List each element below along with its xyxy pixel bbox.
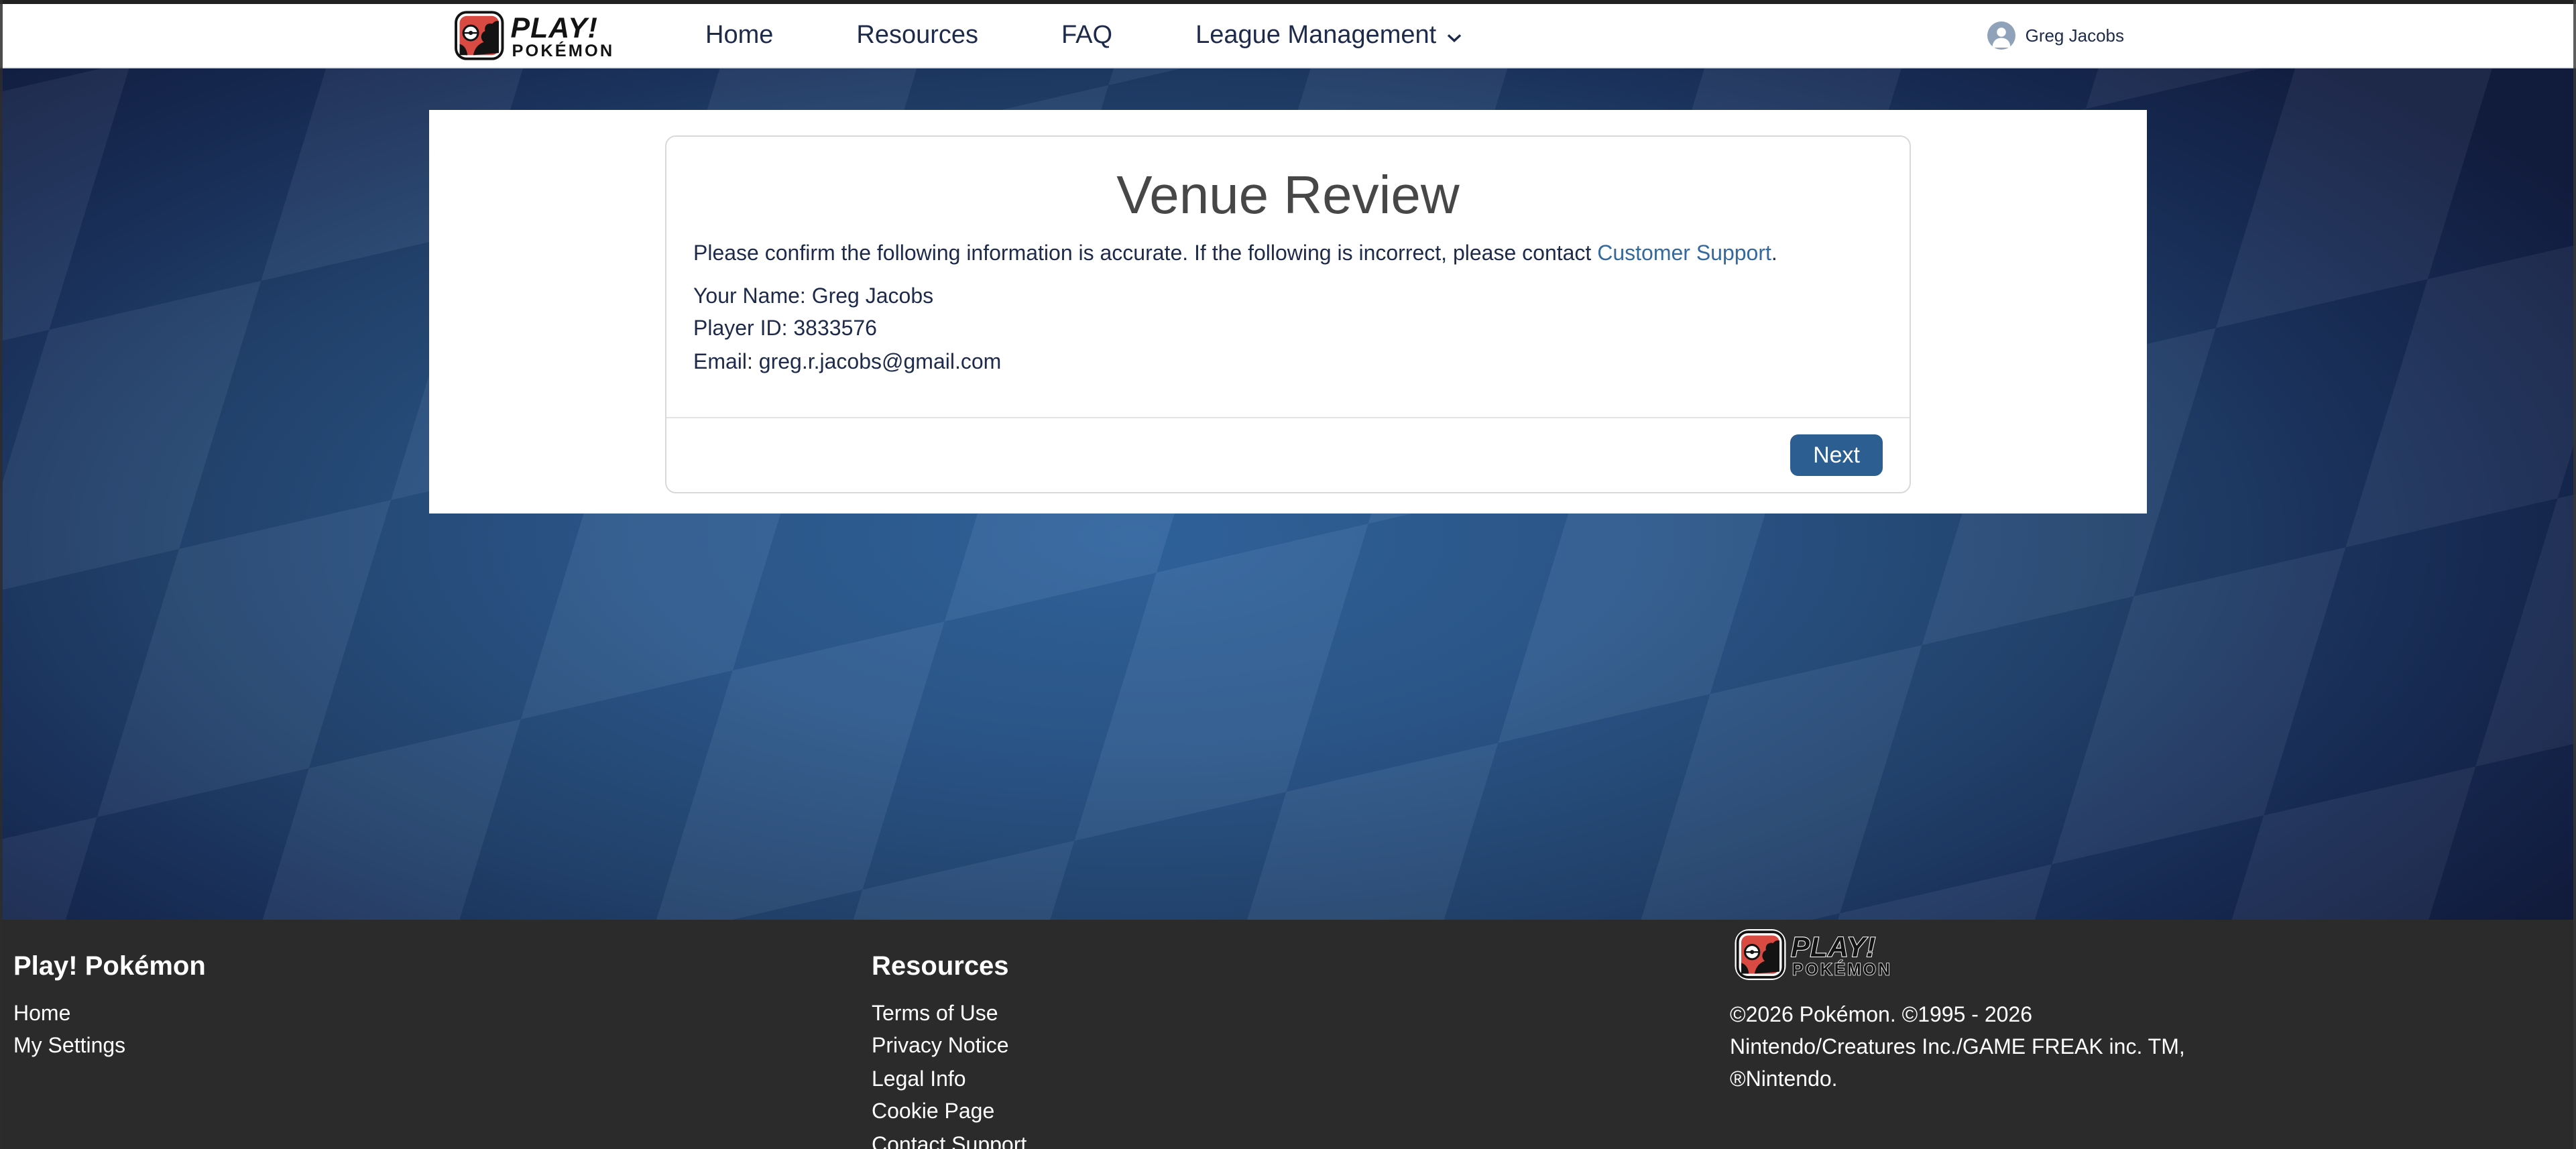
- footer-column-legal: PLAY! POKÉMON ©2026 Pokémon. ©1995 - 202…: [1730, 929, 2202, 1097]
- venue-review-card-body: Venue Review Please confirm the followin…: [666, 137, 1910, 418]
- chevron-down-icon: [1447, 33, 1462, 42]
- nav-item-resources[interactable]: Resources: [856, 21, 978, 50]
- venue-review-card: Venue Review Please confirm the followin…: [665, 135, 1911, 494]
- footer-play-pokemon-logo-icon: PLAY! POKÉMON: [1730, 929, 1931, 980]
- next-button[interactable]: Next: [1790, 435, 1883, 477]
- nav-container: PLAY! POKÉMON Home Resources FAQ League …: [429, 4, 2147, 67]
- footer-heading-play-pokemon: Play! Pokémon: [13, 952, 206, 983]
- user-avatar-icon: [1988, 21, 2016, 50]
- brand-pokemon-text: POKÉMON: [512, 41, 615, 60]
- nav-item-league-management[interactable]: League Management: [1195, 21, 1462, 50]
- nav-item-faq[interactable]: FAQ: [1061, 21, 1112, 50]
- confirmation-text-after: .: [1771, 243, 1777, 265]
- nav-item-faq-label: FAQ: [1061, 21, 1112, 50]
- footer-link-my-settings[interactable]: My Settings: [13, 1032, 206, 1065]
- customer-support-link[interactable]: Customer Support: [1597, 243, 1771, 265]
- nav-item-home[interactable]: Home: [705, 21, 773, 50]
- nav-links: Home Resources FAQ League Management: [705, 21, 1462, 50]
- player-name-line: Your Name: Greg Jacobs: [693, 282, 1883, 314]
- footer-column-resources: Resources Terms of Use Privacy Notice Le…: [872, 952, 1027, 1149]
- main-area: Venue Review Please confirm the followin…: [0, 68, 2576, 920]
- brand-logo[interactable]: PLAY! POKÉMON: [452, 9, 650, 62]
- play-pokemon-logo-icon: PLAY! POKÉMON: [452, 9, 650, 62]
- page: PLAY! POKÉMON Home Resources FAQ League …: [0, 0, 2576, 1149]
- user-name: Greg Jacobs: [2026, 25, 2124, 46]
- player-email-line: Email: greg.r.jacobs@gmail.com: [693, 347, 1883, 380]
- player-id-line: Player ID: 3833576: [693, 314, 1883, 347]
- player-info: Your Name: Greg Jacobs Player ID: 383357…: [693, 282, 1883, 380]
- user-menu[interactable]: Greg Jacobs: [1988, 21, 2124, 50]
- page-title: Venue Review: [693, 164, 1883, 228]
- navbar: PLAY! POKÉMON Home Resources FAQ League …: [0, 4, 2576, 68]
- footer-heading-resources: Resources: [872, 952, 1027, 983]
- nav-item-resources-label: Resources: [856, 21, 978, 50]
- footer-link-legal-info[interactable]: Legal Info: [872, 1065, 1027, 1097]
- footer-link-cookie-page[interactable]: Cookie Page: [872, 1097, 1027, 1130]
- footer-brand-play-text: PLAY!: [1791, 931, 1876, 963]
- footer-link-contact-support[interactable]: Contact Support: [872, 1130, 1027, 1149]
- footer-link-privacy-notice[interactable]: Privacy Notice: [872, 1032, 1027, 1065]
- nav-item-league-management-label: League Management: [1195, 21, 1436, 50]
- content-panel: Venue Review Please confirm the followin…: [429, 110, 2147, 513]
- footer-link-terms-of-use[interactable]: Terms of Use: [872, 999, 1027, 1032]
- confirmation-text: Please confirm the following information…: [693, 239, 1883, 271]
- brand-play-text: PLAY!: [511, 12, 598, 44]
- footer: Play! Pokémon Home My Settings Resources…: [0, 920, 2576, 1149]
- card-footer: Next: [666, 418, 1910, 493]
- nav-item-home-label: Home: [705, 21, 773, 50]
- footer-column-play-pokemon: Play! Pokémon Home My Settings: [13, 952, 206, 1065]
- confirmation-text-before: Please confirm the following information…: [693, 243, 1597, 265]
- footer-link-home[interactable]: Home: [13, 999, 206, 1032]
- copyright-text: ©2026 Pokémon. ©1995 - 2026 Nintendo/Cre…: [1730, 1000, 2202, 1097]
- footer-brand-pokemon-text: POKÉMON: [1792, 960, 1892, 979]
